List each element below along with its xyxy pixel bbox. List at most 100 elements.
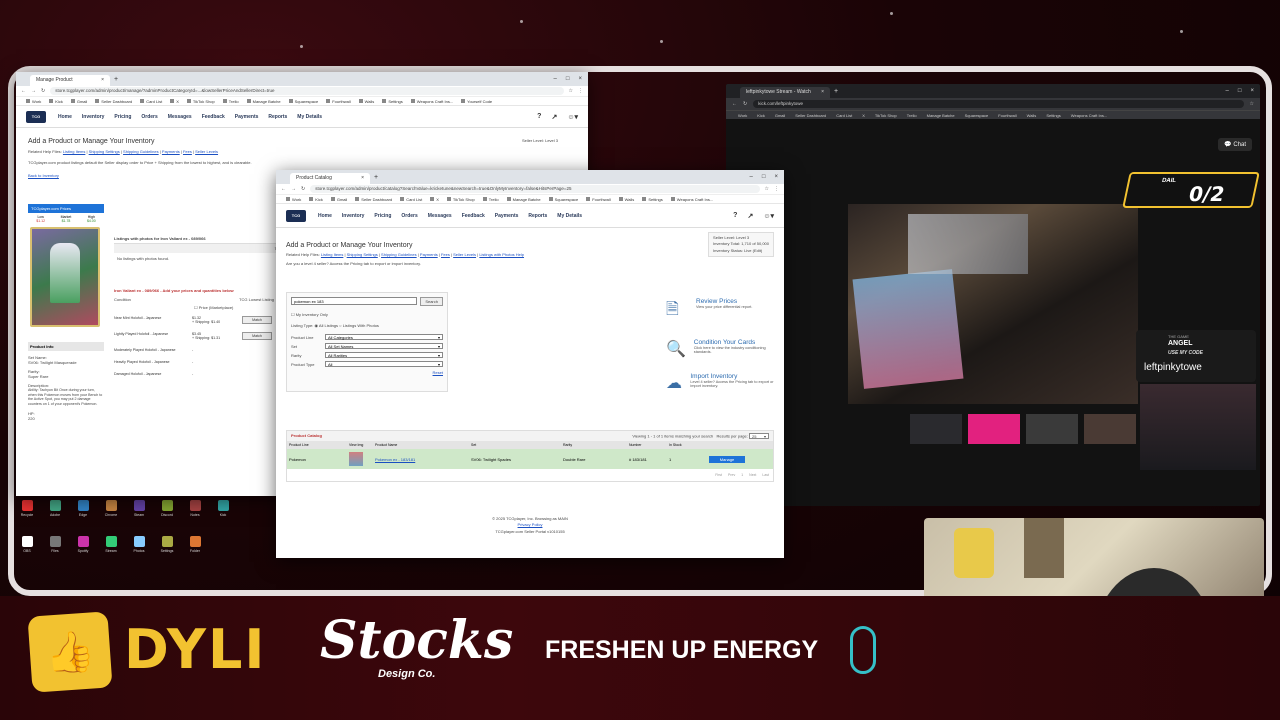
listing-all-radio[interactable]: ◉ All Listings — [315, 323, 339, 328]
desktop-icon[interactable]: Notes — [186, 500, 204, 517]
nav-inventory[interactable]: Inventory — [342, 213, 365, 219]
desktop-icon[interactable]: Steam — [130, 500, 148, 517]
bookmark-item[interactable]: X — [862, 113, 865, 118]
desktop-icon[interactable]: Stream — [102, 536, 120, 553]
bookmark-item[interactable]: Trello — [483, 197, 499, 202]
account-icon[interactable]: ☺▾ — [763, 212, 774, 220]
nav-feedback[interactable]: Feedback — [202, 114, 225, 120]
bookmark-item[interactable]: Kick — [757, 113, 765, 118]
help-link[interactable]: Seller Levels — [195, 149, 218, 154]
tcgplayer-logo[interactable]: TCG — [286, 209, 306, 222]
help-link[interactable]: Payments — [162, 149, 180, 154]
chat-button[interactable]: 💬 Chat — [1218, 138, 1252, 151]
thumbnail[interactable] — [1026, 414, 1078, 444]
bookmark-item[interactable]: Work — [26, 99, 41, 104]
bookmark-item[interactable]: Fourthwall — [586, 197, 610, 202]
close-icon[interactable]: × — [101, 77, 104, 84]
results-per-page-select[interactable]: 25 ▾ — [749, 433, 769, 439]
nav-payments[interactable]: Payments — [495, 213, 519, 219]
bookmark-item[interactable]: Gmail — [775, 113, 785, 118]
tcgplayer-logo[interactable]: TCG — [26, 110, 46, 123]
desktop-icon[interactable]: Folder — [186, 536, 204, 553]
nav-pricing[interactable]: Pricing — [374, 213, 391, 219]
bookmark-item[interactable]: TikTok Shop — [875, 113, 897, 118]
bookmark-item[interactable]: Card List — [836, 113, 852, 118]
thumbnail[interactable] — [910, 414, 962, 444]
url-field[interactable]: store.tcgplayer.com/admin/product/catalo… — [310, 185, 760, 193]
star-icon[interactable]: ☆ — [569, 88, 573, 94]
nav-reports[interactable]: Reports — [528, 213, 547, 219]
close-window-icon[interactable]: × — [774, 174, 778, 180]
desktop-icon[interactable]: Spotify — [74, 536, 92, 553]
match-button[interactable]: Match — [242, 316, 272, 324]
reset-link[interactable]: Reset — [291, 370, 443, 375]
nav-reports[interactable]: Reports — [268, 114, 287, 120]
reload-icon[interactable]: ↻ — [743, 101, 747, 107]
url-field[interactable]: store.tcgplayer.com/admin/product/manage… — [50, 87, 564, 95]
desktop-icon[interactable]: Chrome — [102, 500, 120, 517]
browser-tab[interactable]: Manage Product × — [30, 75, 110, 86]
help-link[interactable]: Listing Items — [321, 252, 343, 257]
menu-icon[interactable]: ⋮ — [774, 186, 779, 192]
bookmark-item[interactable]: Kick — [49, 99, 63, 104]
help-link[interactable]: Fees — [183, 149, 192, 154]
bookmark-item[interactable]: Settings — [1046, 113, 1060, 118]
listing-photos-radio[interactable]: ○ Listings With Photos — [339, 323, 379, 328]
new-tab-icon[interactable]: + — [834, 88, 838, 95]
filter-select[interactable]: All Set Names ▾ — [325, 343, 443, 349]
desktop-icon[interactable]: Kick — [214, 500, 232, 517]
pager-item[interactable]: Prev — [728, 473, 735, 477]
nav-orders[interactable]: Orders — [141, 114, 157, 120]
close-icon[interactable]: × — [361, 175, 364, 182]
filter-select[interactable]: All Categories ▾ — [325, 334, 443, 340]
forward-icon[interactable]: → — [31, 88, 36, 94]
desktop-icon[interactable]: Files — [46, 536, 64, 553]
search-button[interactable]: Search — [420, 297, 443, 306]
nav-pricing[interactable]: Pricing — [114, 114, 131, 120]
bookmark-item[interactable]: Gmail — [331, 197, 347, 202]
bookmark-item[interactable]: Walls — [619, 197, 635, 202]
pager-item[interactable]: Last — [762, 473, 769, 477]
bookmark-item[interactable]: Trello — [907, 113, 917, 118]
bookmark-item[interactable]: TikTok Shop — [447, 197, 475, 202]
close-window-icon[interactable]: × — [578, 76, 582, 82]
desktop-icon[interactable]: Recycle — [18, 500, 36, 517]
bookmark-item[interactable]: Squarespace — [965, 113, 989, 118]
side-card[interactable]: 🔍 Condition Your Cards Click here to view … — [666, 339, 776, 359]
stream-tab[interactable]: leftpinkytowe Stream - Watch × — [740, 87, 830, 98]
bookmark-item[interactable]: Fourthwall — [326, 99, 350, 104]
star-icon[interactable]: ☆ — [1250, 101, 1254, 107]
nav-messages[interactable]: Messages — [428, 213, 452, 219]
stream-url[interactable]: kick.com/leftpinkytowe — [753, 100, 1244, 108]
bookmark-item[interactable]: Walls — [1027, 113, 1037, 118]
desktop-icon[interactable]: Edge — [74, 500, 92, 517]
bookmark-item[interactable]: TikTok Shop — [187, 99, 215, 104]
bookmark-item[interactable]: Settings — [382, 99, 402, 104]
thumbnail[interactable] — [968, 414, 1020, 444]
search-input[interactable]: pokemon ex 183 — [291, 297, 418, 305]
close-icon[interactable]: × — [821, 89, 824, 96]
back-icon[interactable]: ← — [281, 186, 286, 192]
bookmark-item[interactable]: X — [170, 99, 179, 104]
minimize-icon[interactable]: – — [554, 76, 557, 82]
bookmark-item[interactable]: Manage Batche — [927, 113, 955, 118]
back-icon[interactable]: ← — [732, 101, 737, 107]
nav-inventory[interactable]: Inventory — [82, 114, 105, 120]
forward-icon[interactable]: → — [291, 186, 296, 192]
help-link[interactable]: Shipping Settings — [347, 252, 378, 257]
minimize-icon[interactable]: – — [1226, 88, 1229, 94]
maximize-icon[interactable]: □ — [762, 174, 766, 180]
bookmark-item[interactable]: Squarespace — [549, 197, 579, 202]
manage-button[interactable]: Manage — [709, 455, 745, 463]
row-image-thumb[interactable] — [349, 452, 363, 466]
external-icon[interactable]: ↗ — [551, 113, 557, 121]
help-icon[interactable]: ? — [537, 113, 541, 121]
bookmark-item[interactable]: Gmail — [71, 99, 87, 104]
account-icon[interactable]: ☺▾ — [567, 113, 578, 121]
desktop-icon[interactable]: OBS — [18, 536, 36, 553]
bookmark-item[interactable]: Walls — [359, 99, 375, 104]
nav-home[interactable]: Home — [58, 114, 72, 120]
reload-icon[interactable]: ↻ — [301, 186, 305, 192]
bookmark-item[interactable]: Card List — [140, 99, 162, 104]
pager-item[interactable]: First — [715, 473, 722, 477]
